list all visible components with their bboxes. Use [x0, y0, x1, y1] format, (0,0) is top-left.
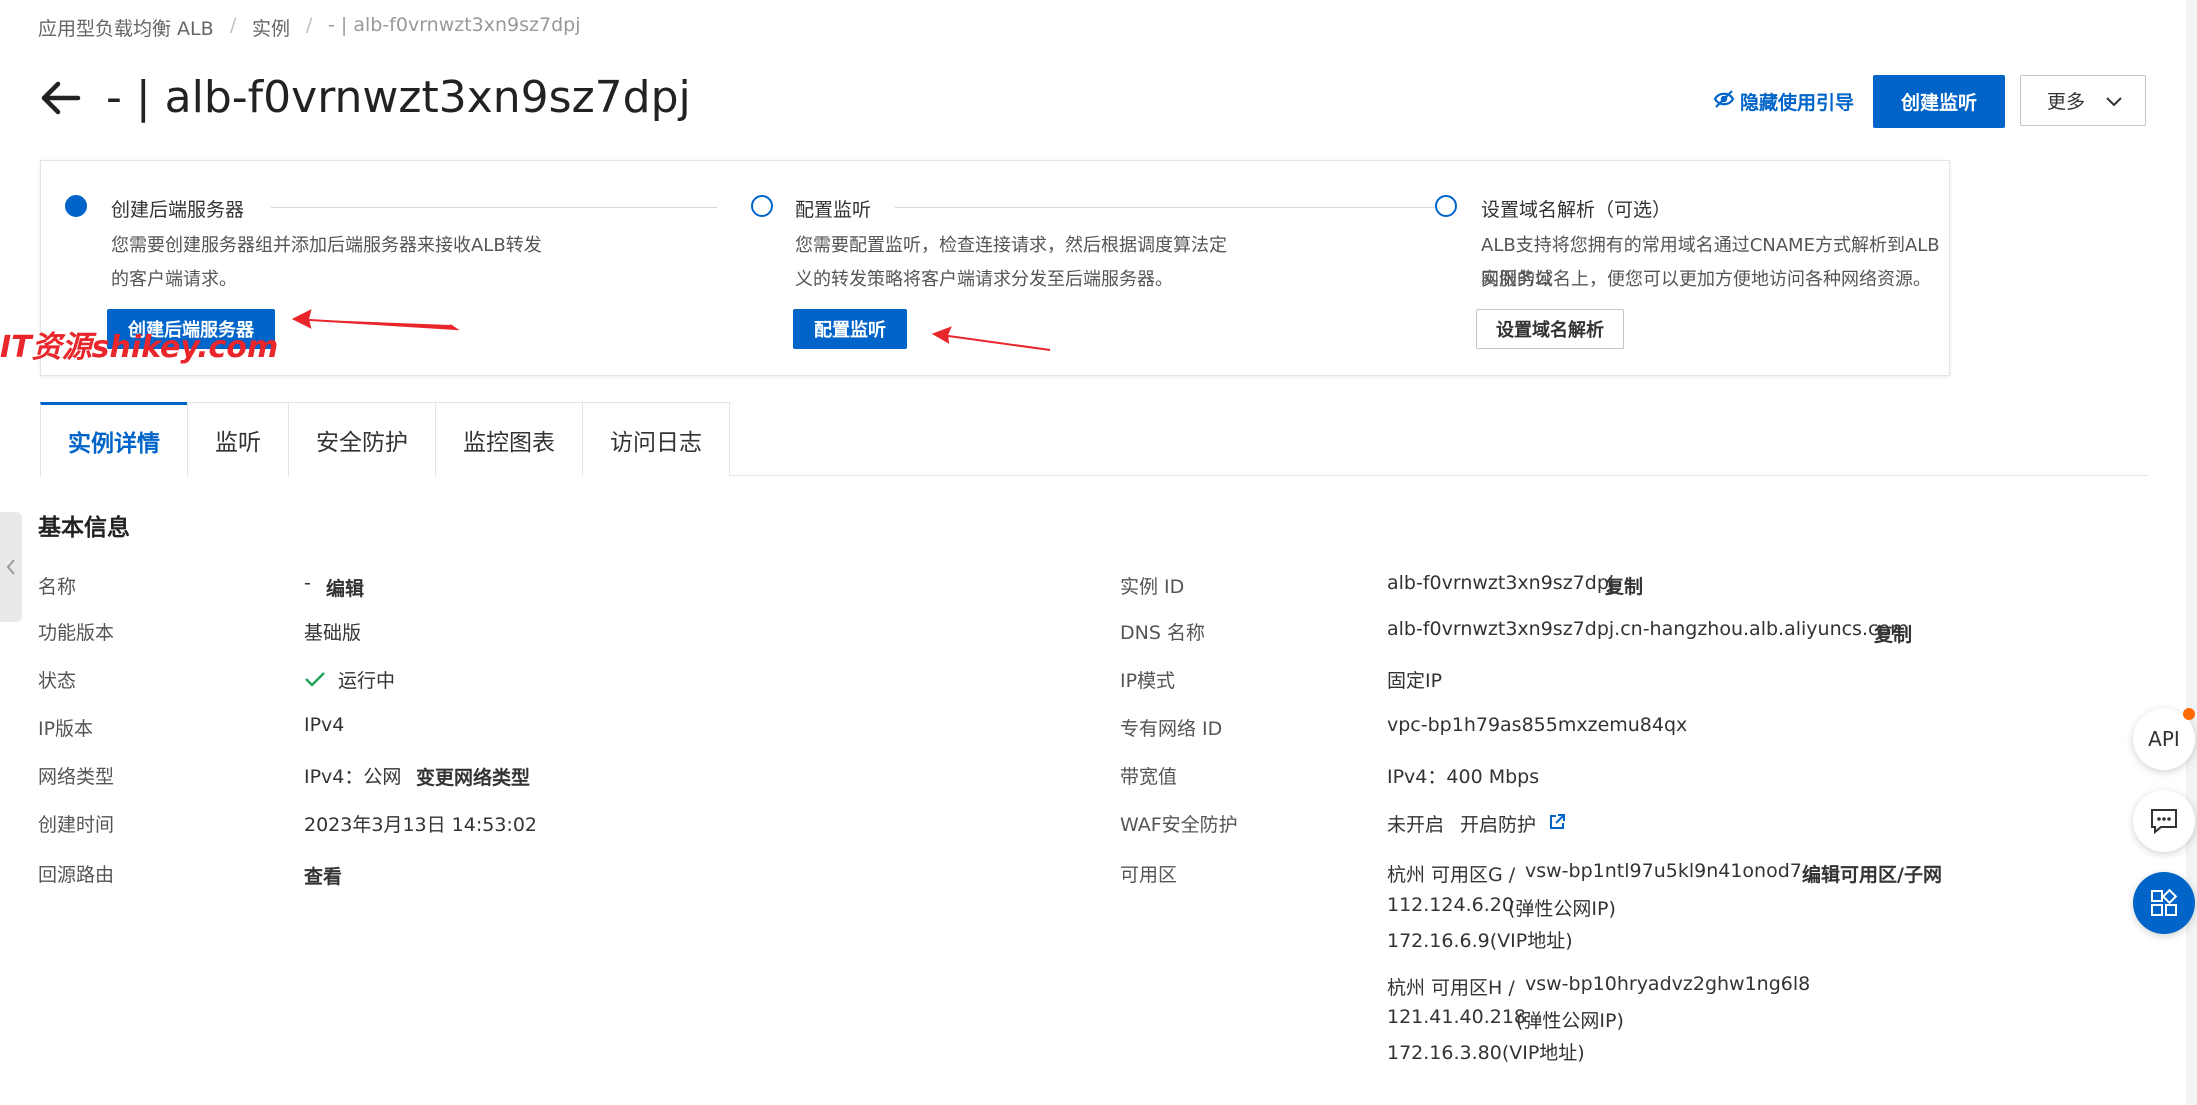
- breadcrumb-sep: /: [306, 14, 313, 36]
- more-dropdown[interactable]: 更多: [2020, 75, 2146, 126]
- waf-label: WAF安全防护: [1120, 814, 1238, 836]
- step-1-indicator: [65, 195, 87, 217]
- bandwidth-label: 带宽值: [1120, 766, 1178, 788]
- notification-dot: [2183, 708, 2195, 720]
- chat-button[interactable]: [2133, 790, 2195, 852]
- network-type-value: IPv4：公网: [304, 766, 402, 788]
- version-value: 基础版: [304, 622, 362, 644]
- step-2-indicator: [751, 195, 773, 217]
- chat-icon: [2151, 809, 2177, 835]
- ip-mode-value: 固定IP: [1387, 670, 1443, 692]
- create-time-value: 2023年3月13日 14:53:02: [304, 814, 537, 836]
- edit-zone-link[interactable]: 编辑可用区/子网: [1802, 860, 1942, 887]
- step-3-desc-line2: 网服务域名上，便您可以更加方便地访问各种网络资源。: [1481, 269, 1931, 290]
- breadcrumb-current: - | alb-f0vrnwzt3xn9sz7dpj: [328, 14, 581, 36]
- name-label: 名称: [38, 576, 77, 598]
- external-link-icon[interactable]: [1548, 813, 1566, 835]
- section-title: 基本信息: [38, 515, 130, 541]
- change-network-type-link[interactable]: 变更网络类型: [416, 763, 530, 790]
- enable-waf-link[interactable]: 开启防护: [1460, 810, 1536, 837]
- tab-bar-divider: [730, 475, 2148, 476]
- instance-id-value: alb-f0vrnwzt3xn9sz7dpj: [1387, 572, 1615, 594]
- zone-g-vip: 172.16.6.9(VIP地址): [1387, 930, 1573, 952]
- create-listener-button[interactable]: 创建监听: [1873, 75, 2005, 128]
- waf-value: 未开启: [1387, 814, 1445, 836]
- step-3-title: 设置域名解析（可选）: [1481, 199, 1672, 221]
- scrollbar-track[interactable]: [2186, 0, 2197, 1105]
- copy-instance-id-link[interactable]: 复制: [1605, 572, 1643, 599]
- zone-label: 可用区: [1120, 864, 1178, 886]
- instance-id-label: 实例 ID: [1120, 576, 1185, 598]
- bandwidth-value: IPv4：400 Mbps: [1387, 766, 1540, 788]
- network-type-label: 网络类型: [38, 766, 115, 788]
- zone-h-prefix: 杭州 可用区H /: [1387, 977, 1515, 999]
- chevron-down-icon: [2105, 92, 2123, 114]
- page-title: - | alb-f0vrnwzt3xn9sz7dpj: [106, 72, 691, 123]
- check-icon: [304, 670, 326, 692]
- view-route-link[interactable]: 查看: [304, 862, 342, 889]
- edit-name-link[interactable]: 编辑: [326, 574, 364, 601]
- more-label: 更多: [2047, 91, 2086, 113]
- chevron-left-icon: [6, 559, 15, 575]
- api-label: API: [2148, 727, 2180, 751]
- apps-grid-icon: [2151, 888, 2178, 916]
- ip-mode-label: IP模式: [1120, 670, 1176, 692]
- tab-access-logs[interactable]: 访问日志: [582, 402, 730, 476]
- tab-monitoring[interactable]: 监控图表: [435, 402, 583, 476]
- eye-hide-icon[interactable]: [1713, 88, 1735, 110]
- tab-instance-details[interactable]: 实例详情: [40, 402, 188, 476]
- step-1-title: 创建后端服务器: [111, 199, 245, 221]
- watermark-text: IT资源shikey.com: [0, 330, 279, 365]
- tab-security[interactable]: 安全防护: [288, 402, 436, 476]
- step-1-desc-line1: 您需要创建服务器组并添加后端服务器来接收ALB转发: [111, 235, 542, 256]
- zone-h-eip-note: (弹性公网IP): [1516, 1010, 1624, 1032]
- breadcrumb-instances[interactable]: 实例: [252, 14, 290, 41]
- copy-dns-link[interactable]: 复制: [1874, 620, 1912, 647]
- step-connector: [271, 207, 717, 208]
- step-2-desc-line2: 义的转发策略将客户端请求分发至后端服务器。: [795, 269, 1173, 290]
- step-connector: [895, 207, 1443, 208]
- ip-version-label: IP版本: [38, 718, 94, 740]
- route-label: 回源路由: [38, 864, 115, 886]
- zone-g-eip-link[interactable]: 112.124.6.20: [1387, 894, 1514, 916]
- set-domain-resolution-button[interactable]: 设置域名解析: [1476, 309, 1624, 349]
- annotation-arrow-icon: [291, 309, 460, 331]
- step-2-desc-line1: 您需要配置监听，检查连接请求，然后根据调度算法定: [795, 235, 1227, 256]
- step-2-title: 配置监听: [795, 199, 872, 221]
- zone-g-eip-note: (弹性公网IP): [1508, 898, 1616, 920]
- zone-h-vswitch-link[interactable]: vsw-bp10hryadvz2ghw1ng6l8: [1525, 973, 1810, 995]
- name-value: -: [304, 572, 311, 594]
- breadcrumb-sep: /: [230, 14, 237, 36]
- step-3-indicator: [1435, 195, 1457, 217]
- hide-guide-link[interactable]: 隐藏使用引导: [1740, 88, 1854, 115]
- step-1-desc-line2: 的客户端请求。: [111, 269, 237, 290]
- create-time-label: 创建时间: [38, 814, 115, 836]
- back-arrow-icon[interactable]: [36, 74, 84, 122]
- ip-version-value: IPv4: [304, 714, 345, 736]
- zone-g-prefix: 杭州 可用区G /: [1387, 864, 1516, 886]
- version-label: 功能版本: [38, 622, 115, 644]
- sidebar-toggle[interactable]: [0, 512, 22, 622]
- apps-button[interactable]: [2133, 872, 2195, 934]
- zone-h-eip-link[interactable]: 121.41.40.218: [1387, 1006, 1526, 1028]
- tab-listeners[interactable]: 监听: [187, 402, 289, 476]
- status-label: 状态: [38, 670, 77, 692]
- dns-name-value: alb-f0vrnwzt3xn9sz7dpj.cn-hangzhou.alb.a…: [1387, 618, 1909, 640]
- status-value: 运行中: [338, 670, 396, 692]
- dns-name-label: DNS 名称: [1120, 622, 1205, 644]
- zone-g-vswitch-link[interactable]: vsw-bp1ntl97u5kl9n41onod7: [1525, 860, 1802, 882]
- configure-listener-button[interactable]: 配置监听: [793, 309, 907, 349]
- vpc-id-link[interactable]: vpc-bp1h79as855mxzemu84qx: [1387, 714, 1687, 736]
- breadcrumb-alb[interactable]: 应用型负载均衡 ALB: [38, 14, 214, 41]
- annotation-arrow-icon: [931, 326, 1051, 351]
- vpc-id-label: 专有网络 ID: [1120, 718, 1223, 740]
- zone-h-vip: 172.16.3.80(VIP地址): [1387, 1042, 1585, 1064]
